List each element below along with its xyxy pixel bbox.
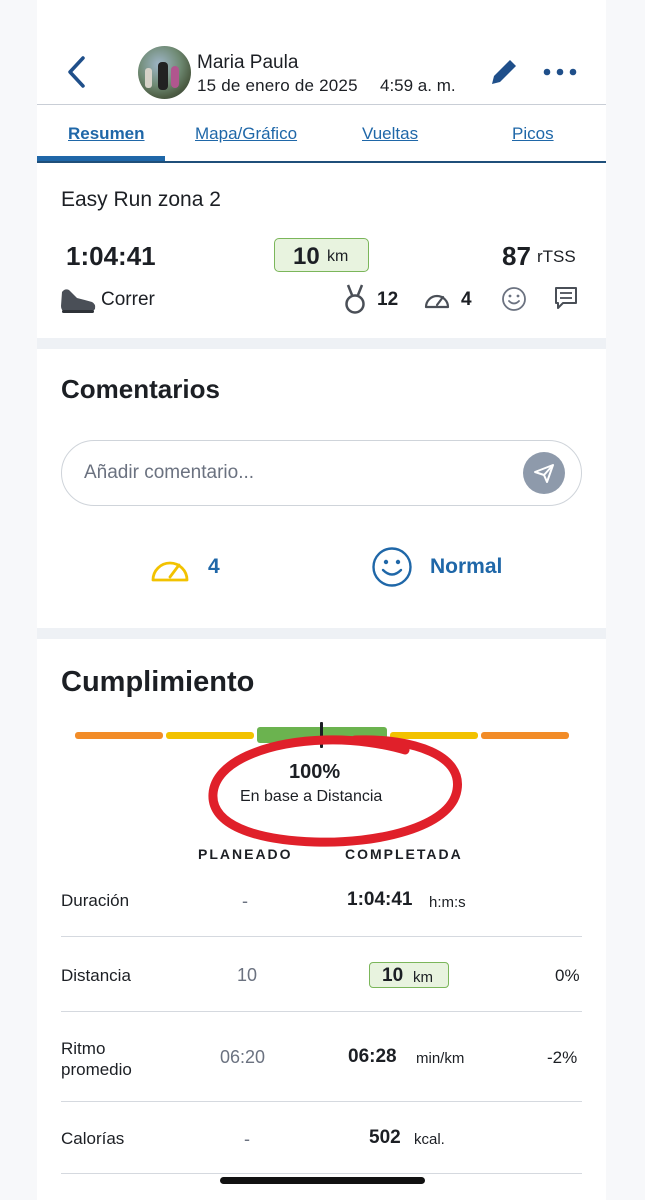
chevron-left-icon[interactable] <box>61 52 95 92</box>
comment-input[interactable] <box>84 457 504 489</box>
tss-unit: rTSS <box>537 247 576 266</box>
row-completed-distance: 10 <box>382 965 404 986</box>
row-label-distance: Distancia <box>61 966 131 985</box>
tab-picos[interactable]: Picos <box>512 124 554 144</box>
row-diff-pace: -2% <box>547 1048 578 1067</box>
shoe-icon <box>61 289 96 313</box>
distance-unit: km <box>327 248 349 265</box>
header-divider <box>37 104 606 105</box>
row-divider <box>61 1173 582 1174</box>
activity-date: 15 de enero de 2025 <box>197 76 358 95</box>
row-planned-duration: - <box>242 891 248 911</box>
header: Maria Paula 15 de enero de 2025 4:59 a. … <box>37 30 606 106</box>
section-divider <box>37 628 606 639</box>
row-unit-pace: min/km <box>416 1050 465 1067</box>
compliance-bar-segment <box>75 732 163 739</box>
send-icon <box>534 464 554 483</box>
sport-label: Correr <box>101 289 155 310</box>
pencil-icon[interactable] <box>486 54 522 90</box>
tab-bar: Resumen Mapa/Gráfico Vueltas Picos <box>37 112 606 162</box>
tab-mapa-grafico[interactable]: Mapa/Gráfico <box>195 124 297 144</box>
row-diff-distance: 0% <box>555 966 580 985</box>
row-completed-pace: 06:28 <box>348 1046 397 1067</box>
smile-icon[interactable] <box>501 286 527 312</box>
more-horizontal-icon[interactable] <box>542 64 578 80</box>
tabs-divider <box>37 161 606 163</box>
user-name: Maria Paula <box>197 52 299 73</box>
feel-smile-icon[interactable] <box>371 546 413 588</box>
row-label-calories: Calorías <box>61 1129 125 1148</box>
comment-icon[interactable] <box>553 285 579 311</box>
comments-title: Comentarios <box>61 374 220 404</box>
row-planned-calories: - <box>244 1129 250 1149</box>
duration-value: 1:04:41 <box>66 241 156 271</box>
row-unit-duration: h:m:s <box>429 894 466 911</box>
row-completed-calories: 502 <box>369 1127 401 1148</box>
column-header-completed: COMPLETADA <box>345 846 463 862</box>
workout-title: Easy Run zona 2 <box>61 188 221 211</box>
medal-count: 12 <box>377 289 399 310</box>
comment-field <box>61 440 582 506</box>
avatar[interactable] <box>138 46 191 99</box>
feel-label: Normal <box>430 555 503 578</box>
gauge-icon[interactable] <box>423 288 451 310</box>
section-divider <box>37 338 606 349</box>
row-completed-duration: 1:04:41 <box>347 889 413 910</box>
activity-time: 4:59 a. m. <box>380 76 456 95</box>
row-completed-distance-badge: 10 km <box>369 962 449 988</box>
row-label-pace-line2: promedio <box>61 1060 132 1079</box>
column-header-planned: PLANEADO <box>198 846 293 862</box>
compliance-title: Cumplimiento <box>61 666 255 698</box>
row-label-duration: Duración <box>61 891 130 910</box>
row-unit-calories: kcal. <box>414 1131 445 1148</box>
row-divider <box>61 1011 582 1012</box>
rpe-gauge-icon[interactable] <box>149 550 191 584</box>
distance-value: 10 <box>293 243 320 270</box>
row-label-pace-line1: Ritmo <box>61 1039 106 1058</box>
tss-value: 87 <box>502 241 531 271</box>
row-planned-pace: 06:20 <box>220 1047 266 1067</box>
compliance-bar-segment <box>481 732 569 739</box>
row-unit-distance: km <box>413 969 433 986</box>
home-indicator[interactable] <box>220 1177 425 1184</box>
medal-icon[interactable] <box>343 283 367 315</box>
red-hand-drawn-circle <box>208 735 462 847</box>
effort-count: 4 <box>461 289 472 310</box>
row-planned-distance: 10 <box>237 965 258 985</box>
rpe-value: 4 <box>208 555 220 578</box>
tab-resumen[interactable]: Resumen <box>68 124 145 144</box>
activity-screen: Maria Paula 15 de enero de 2025 4:59 a. … <box>37 0 606 1200</box>
row-divider <box>61 936 582 937</box>
send-button[interactable] <box>523 452 565 494</box>
tab-vueltas[interactable]: Vueltas <box>362 124 418 144</box>
distance-badge: 10 km <box>274 238 369 272</box>
row-divider <box>61 1101 582 1102</box>
